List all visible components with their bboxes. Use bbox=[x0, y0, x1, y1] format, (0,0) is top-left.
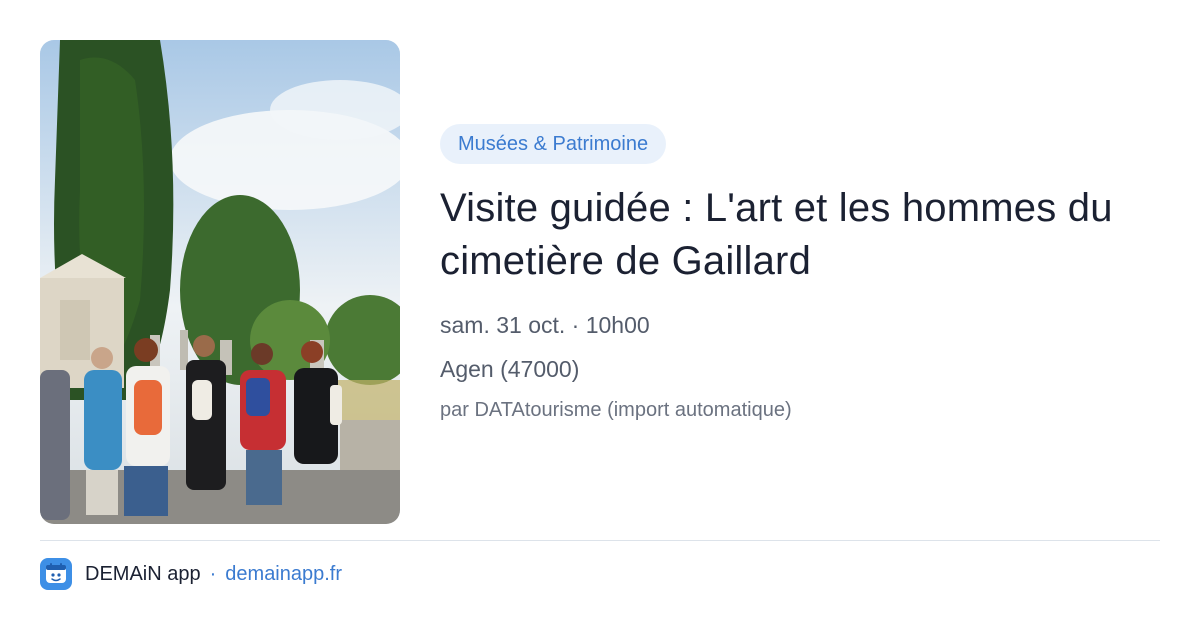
demain-app-logo-icon bbox=[40, 558, 72, 590]
footer-separator: · bbox=[209, 562, 217, 585]
category-badge[interactable]: Musées & Patrimoine bbox=[440, 124, 667, 164]
event-details: Musées & Patrimoine Visite guidée : L'ar… bbox=[440, 124, 1160, 424]
event-title[interactable]: Visite guidée : L'art et les hommes du c… bbox=[440, 182, 1160, 288]
footer: DEMAiN app · demainapp.fr bbox=[40, 558, 342, 590]
event-source: par DATAtourisme (import automatique) bbox=[440, 399, 792, 421]
event-location: Agen (47000) bbox=[440, 356, 580, 382]
cemetery-visit-photo bbox=[40, 40, 400, 524]
brand-name: DEMAiN app bbox=[85, 562, 201, 585]
event-photo[interactable] bbox=[40, 40, 400, 524]
footer-divider bbox=[40, 540, 1160, 541]
domain-link[interactable]: demainapp.fr bbox=[225, 563, 342, 586]
event-datetime: sam. 31 oct. · 10h00 bbox=[440, 312, 650, 338]
